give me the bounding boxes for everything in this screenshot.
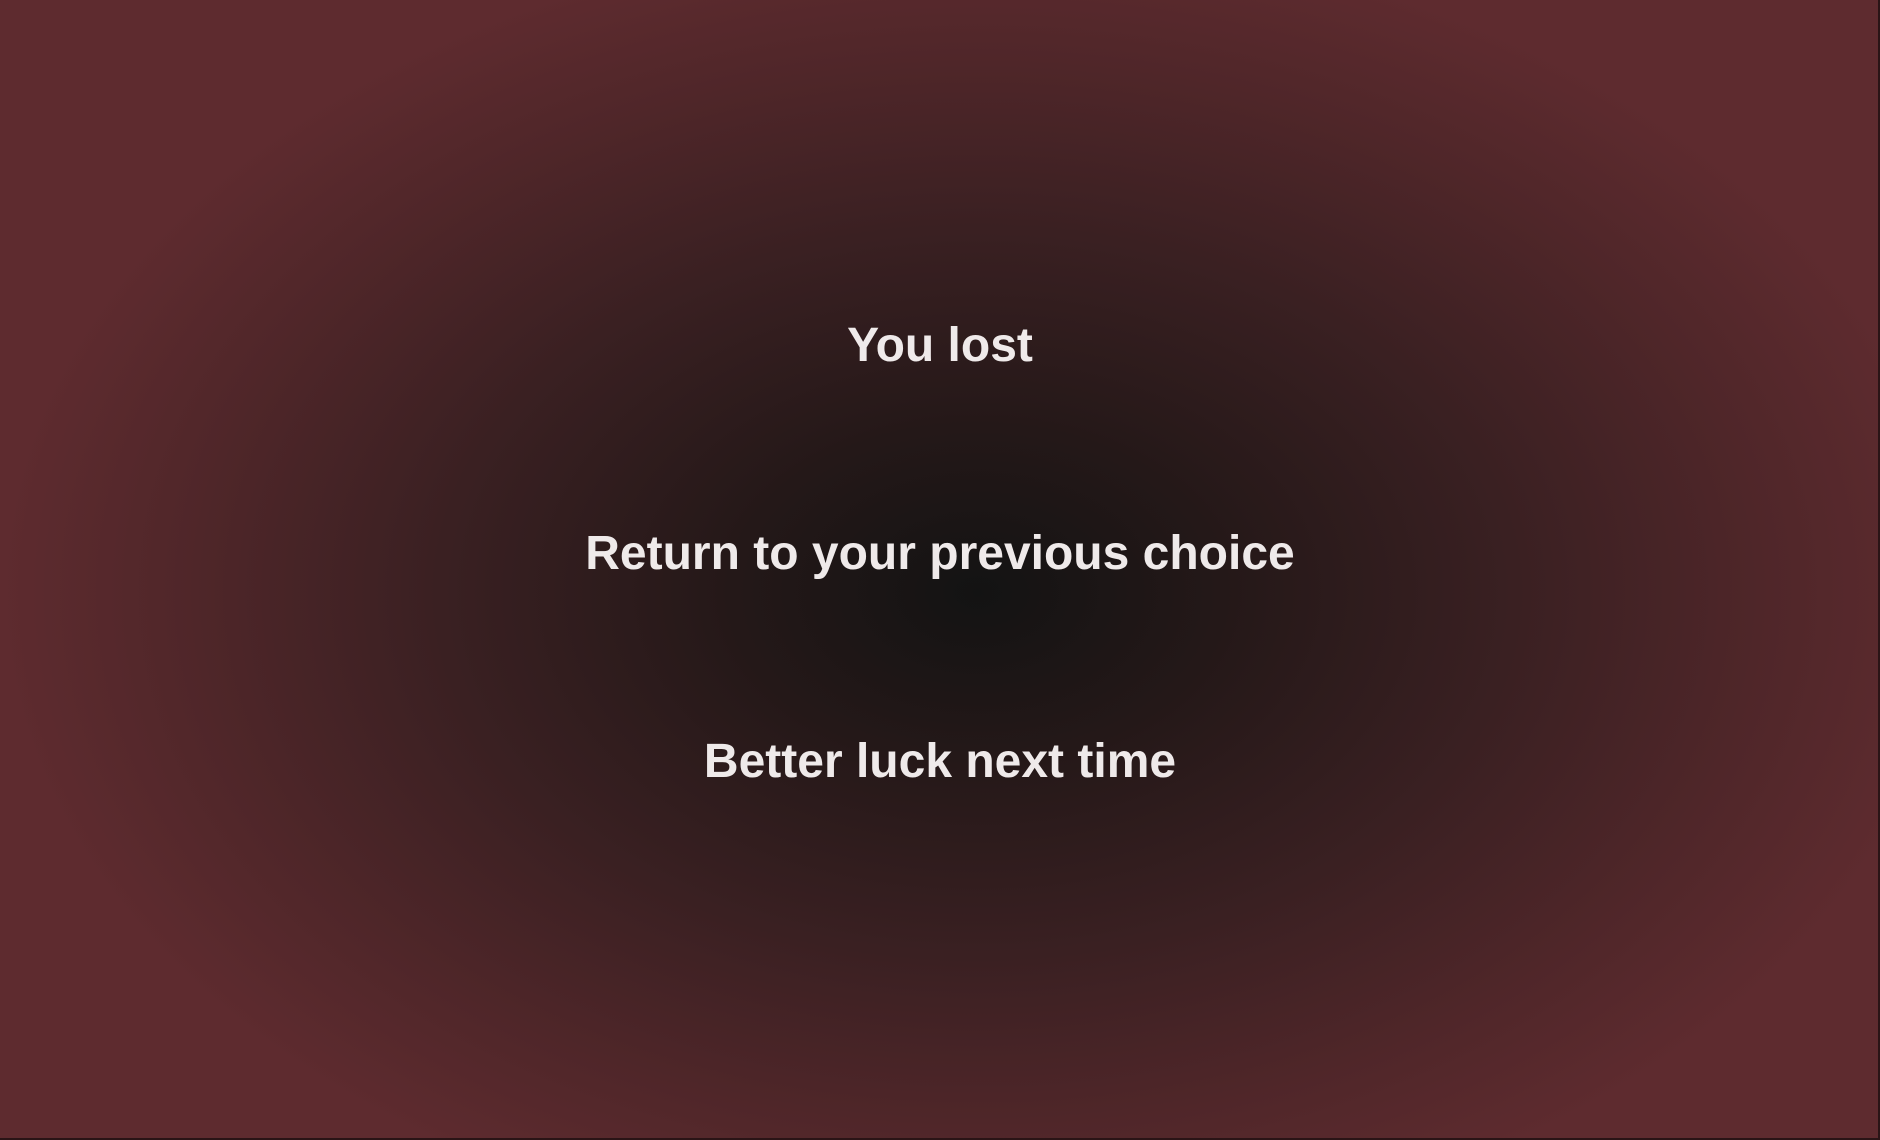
return-to-previous-choice-option[interactable]: Return to your previous choice (0, 526, 1880, 582)
game-over-title: You lost (847, 319, 1033, 372)
game-over-screen: You lost Return to your previous choice … (0, 0, 1880, 1140)
better-luck-next-time-option[interactable]: Better luck next time (0, 734, 1880, 790)
